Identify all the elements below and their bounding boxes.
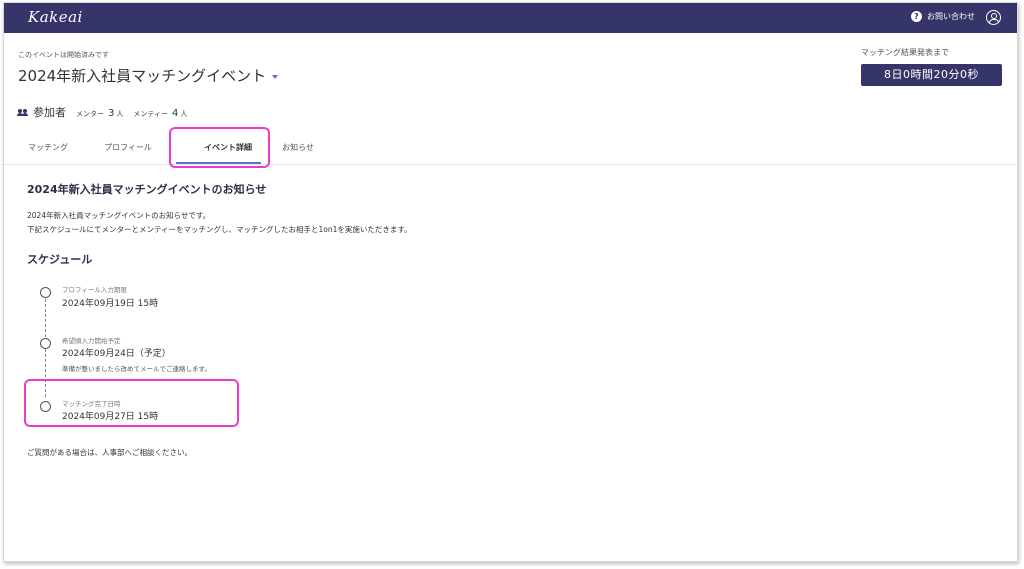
chevron-down-icon bbox=[272, 75, 279, 79]
schedule-item-note: 準備が整いましたら改めてメールでご連絡します。 bbox=[62, 365, 211, 373]
mentee-count: 4 bbox=[171, 108, 179, 119]
tab-bar: マッチング プロフィール イベント詳細 お知らせ bbox=[18, 139, 318, 165]
question-icon: ? bbox=[911, 11, 922, 22]
participants-summary: 参加者 メンター 3 人 メンティー 4 人 bbox=[17, 104, 197, 120]
schedule-item-date: 2024年09月19日 15時 bbox=[62, 299, 159, 309]
participants-label: 参加者 bbox=[33, 106, 66, 119]
countdown-timer: 8日0時間20分0秒 bbox=[861, 64, 1002, 86]
highlight-box-tab bbox=[169, 127, 270, 168]
contact-link[interactable]: ? お問い合わせ bbox=[911, 11, 975, 22]
account-circle-icon[interactable] bbox=[986, 10, 1001, 25]
schedule-item-caption: プロフィール入力期限 bbox=[62, 286, 127, 294]
top-navbar: Kakeai ? お問い合わせ bbox=[4, 3, 1017, 33]
page-title: 2024年新入社員マッチングイベント bbox=[18, 67, 267, 85]
tab-matching[interactable]: マッチング bbox=[18, 139, 78, 165]
people-icon bbox=[17, 109, 30, 117]
event-selector[interactable]: 2024年新入社員マッチングイベント bbox=[18, 65, 279, 86]
mentor-unit: 人 bbox=[116, 110, 124, 118]
notice-heading: 2024年新入社員マッチングイベントのお知らせ bbox=[27, 183, 267, 196]
timeline-dot-2 bbox=[40, 338, 51, 349]
tabs-divider bbox=[4, 164, 1017, 165]
schedule-heading: スケジュール bbox=[27, 253, 93, 266]
schedule-item-date: 2024年09月24日（予定） bbox=[62, 349, 171, 359]
closing-note: ご質問がある場合は、人事部へご相談ください。 bbox=[27, 448, 192, 457]
mentor-count: 3 bbox=[108, 108, 115, 119]
event-status-note: このイベントは開始済みです bbox=[18, 51, 109, 59]
notice-text-line2: 下記スケジュールにてメンターとメンティーをマッチングし、マッチングしたお相手と1… bbox=[27, 225, 412, 234]
mentee-unit: 人 bbox=[180, 110, 188, 118]
mentor-label: メンター bbox=[76, 110, 104, 118]
schedule-item-caption: 希望順入力開始予定 bbox=[62, 337, 121, 345]
kakeai-logo[interactable]: Kakeai bbox=[28, 8, 83, 26]
highlight-box-schedule bbox=[24, 379, 239, 427]
app-window: Kakeai ? お問い合わせ このイベントは開始済みです 2024年新入社員マ… bbox=[3, 2, 1018, 562]
notice-text-line1: 2024年新入社員マッチングイベントのお知らせです。 bbox=[27, 211, 211, 220]
timeline-dot-1 bbox=[40, 287, 51, 298]
tab-notices[interactable]: お知らせ bbox=[278, 139, 318, 165]
mentee-label: メンティー bbox=[133, 110, 168, 118]
contact-label: お問い合わせ bbox=[927, 12, 975, 21]
tab-profile[interactable]: プロフィール bbox=[78, 139, 178, 165]
countdown-label: マッチング結果発表まで bbox=[861, 48, 949, 57]
